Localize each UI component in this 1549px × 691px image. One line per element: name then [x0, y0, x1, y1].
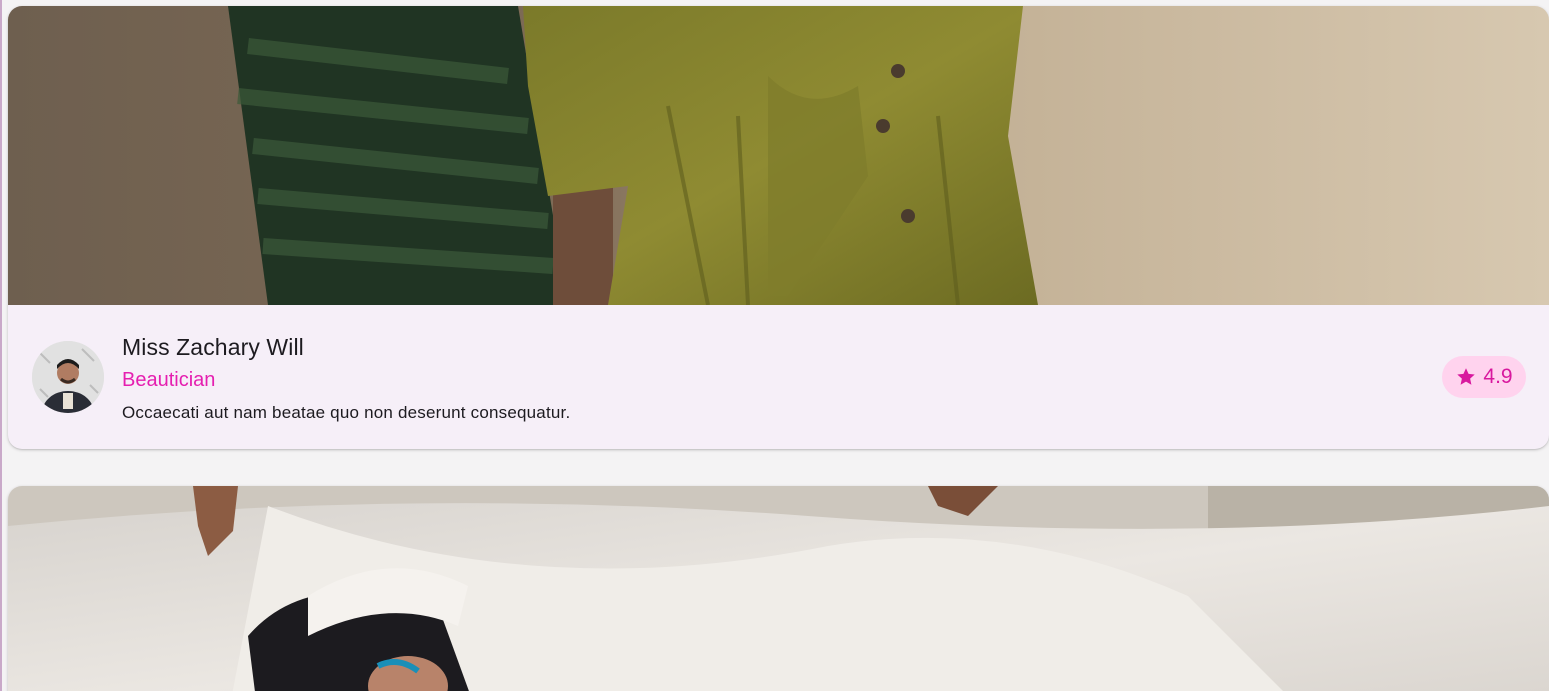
stylist-feed: Miss Zachary Will Beautician Occaecati a… — [0, 0, 1549, 691]
stylist-description: Occaecati aut nam beatae quo non deserun… — [122, 403, 571, 422]
stylist-card[interactable] — [8, 486, 1549, 691]
stylist-info: Miss Zachary Will Beautician Occaecati a… — [8, 305, 1549, 449]
star-icon — [1457, 368, 1476, 385]
stylist-role: Beautician — [122, 369, 216, 391]
cover-photo — [8, 6, 1549, 305]
stylist-name: Miss Zachary Will — [122, 334, 304, 360]
rating-badge[interactable]: 4.9 — [1442, 356, 1526, 398]
rating-value: 4.9 — [1483, 365, 1513, 388]
left-divider — [0, 0, 2, 691]
cover-photo — [8, 486, 1549, 691]
stylist-card[interactable]: Miss Zachary Will Beautician Occaecati a… — [8, 6, 1549, 449]
avatar[interactable] — [32, 341, 104, 413]
